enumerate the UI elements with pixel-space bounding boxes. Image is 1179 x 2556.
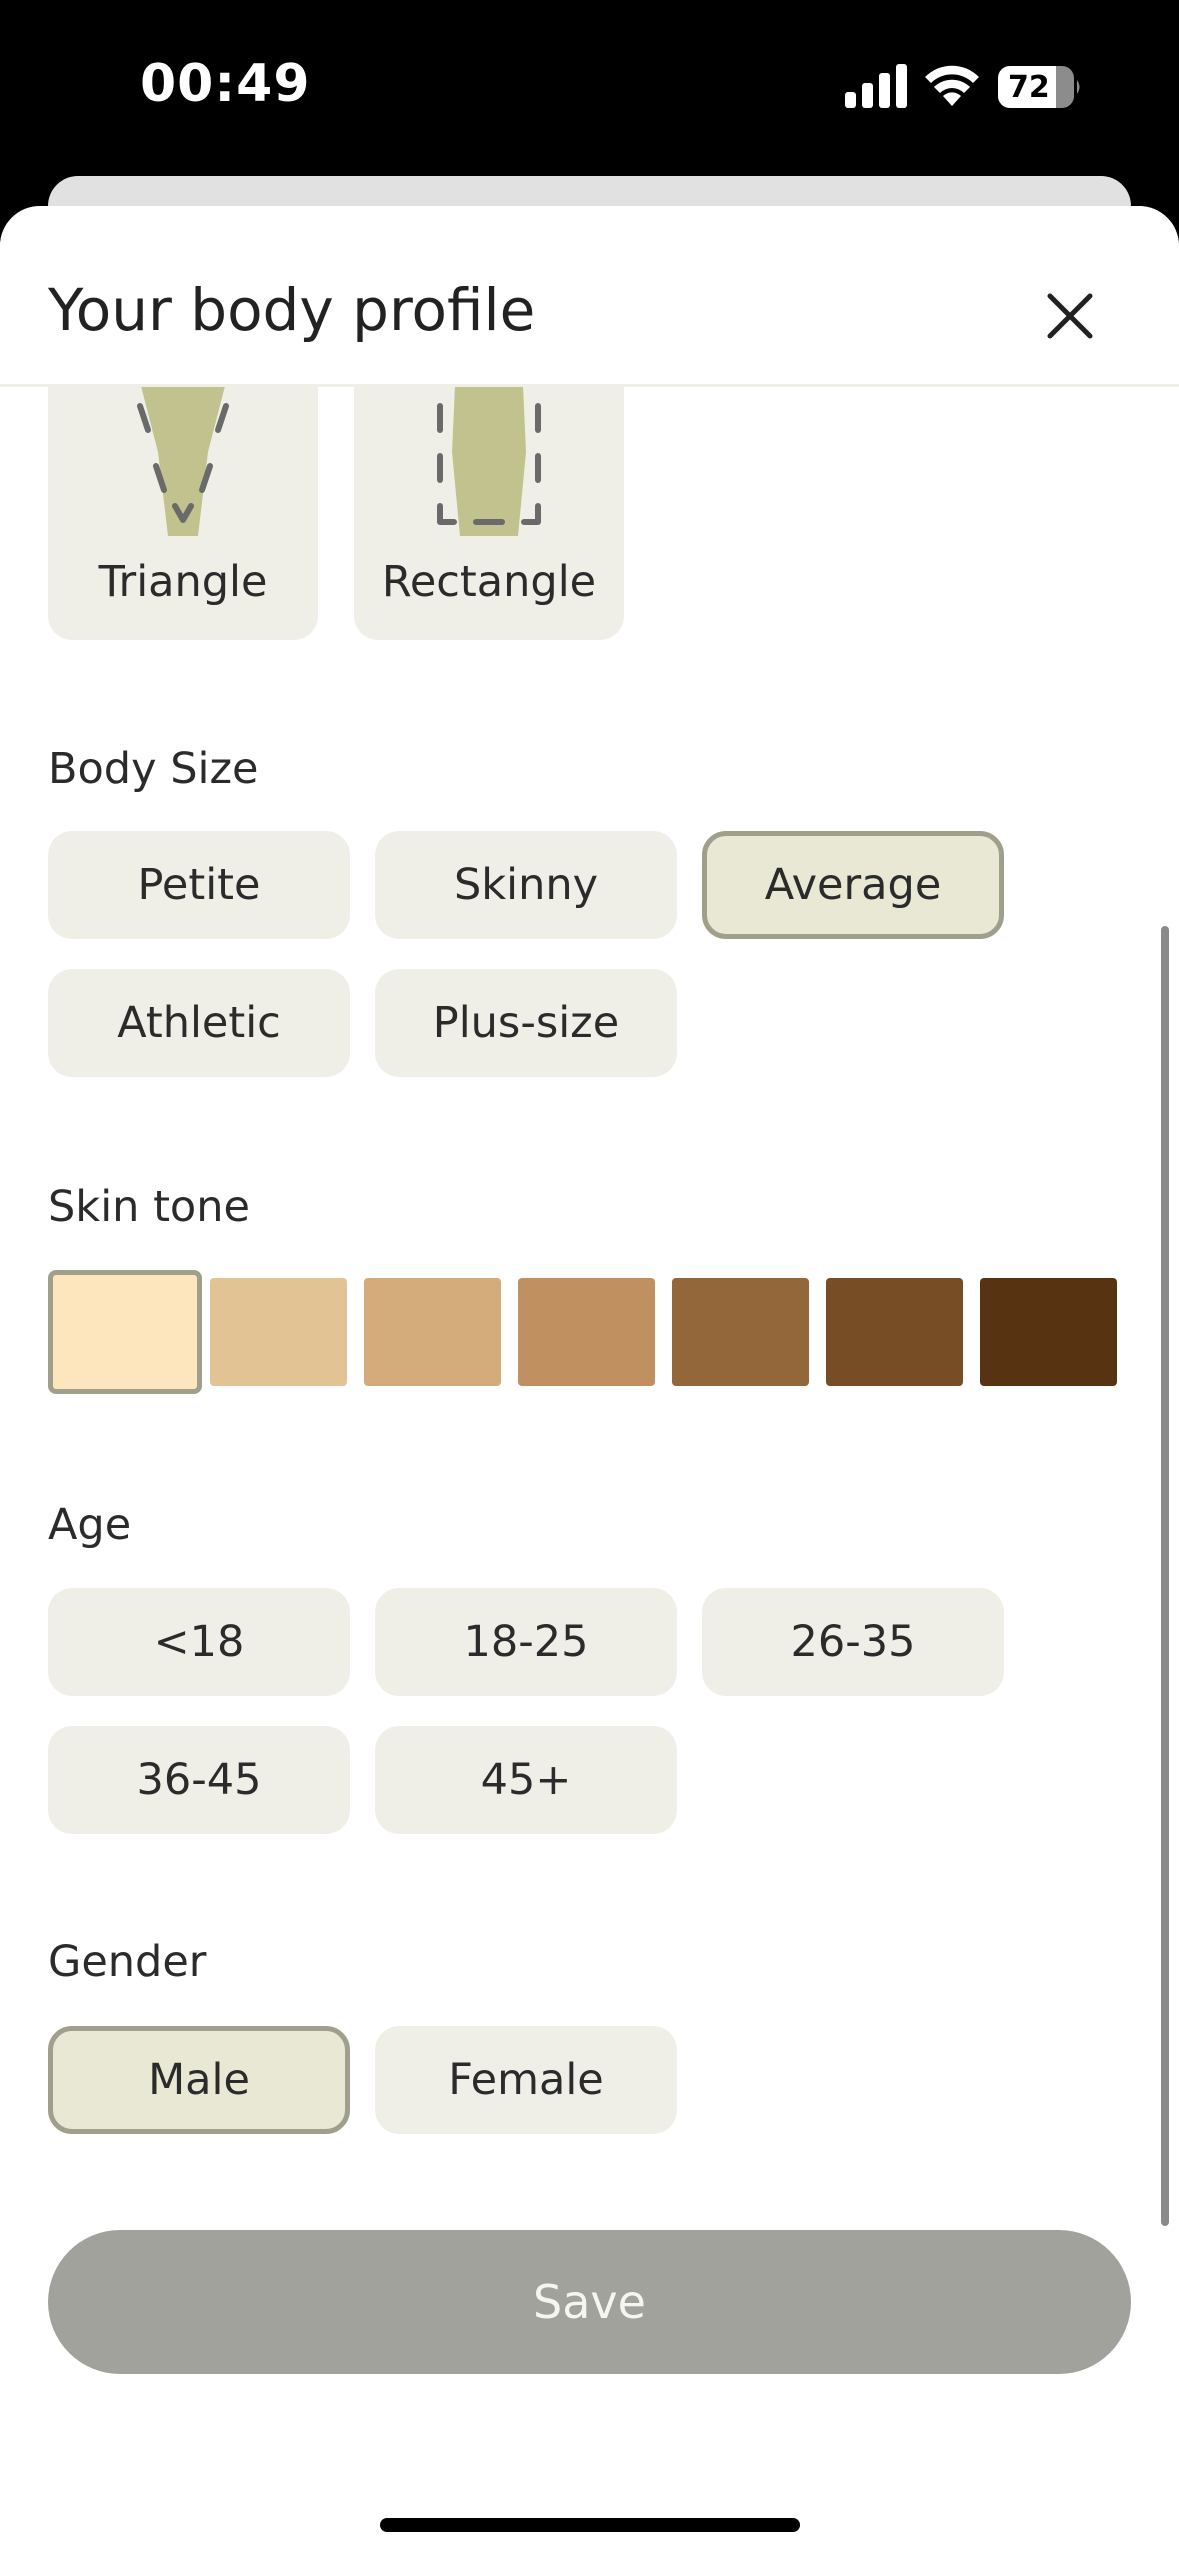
skin-tone-swatch[interactable] <box>672 1278 809 1386</box>
body-shape-card-rectangle[interactable]: Rectangle <box>354 356 624 640</box>
age-option-45-plus[interactable]: 45+ <box>375 1726 677 1834</box>
age-label: Age <box>48 1500 132 1550</box>
sheet-title: Your body profile <box>48 276 536 344</box>
body-profile-sheet: Your body profile Triangle Rectangle Bod… <box>0 206 1179 2556</box>
skin-tone-swatch[interactable] <box>826 1278 963 1386</box>
sheet-header: Your body profile <box>0 206 1179 387</box>
body-size-label: Body Size <box>48 744 259 794</box>
age-option-36-45[interactable]: 36-45 <box>48 1726 350 1834</box>
gender-option-male[interactable]: Male <box>48 2026 350 2134</box>
battery-level: 72 <box>1008 70 1050 105</box>
wifi-icon <box>925 65 979 106</box>
close-icon[interactable] <box>1040 286 1100 346</box>
home-indicator <box>380 2518 800 2532</box>
scrollbar[interactable] <box>1161 926 1169 2226</box>
body-shape-card-triangle[interactable]: Triangle <box>48 356 318 640</box>
gender-label: Gender <box>48 1937 207 1987</box>
body-size-option-petite[interactable]: Petite <box>48 831 350 939</box>
body-size-option-average[interactable]: Average <box>702 831 1004 939</box>
battery-icon: 72 <box>998 66 1082 108</box>
skin-tone-label: Skin tone <box>48 1182 250 1232</box>
skin-tone-swatch[interactable] <box>518 1278 655 1386</box>
age-option-26-35[interactable]: 26-35 <box>702 1588 1004 1696</box>
cellular-signal-icon <box>845 64 907 108</box>
body-size-option-skinny[interactable]: Skinny <box>375 831 677 939</box>
skin-tone-swatch[interactable] <box>48 1270 202 1394</box>
status-time: 00:49 <box>140 54 311 114</box>
status-bar: 00:49 72 <box>0 0 1179 176</box>
skin-tone-swatch[interactable] <box>364 1278 501 1386</box>
gender-option-female[interactable]: Female <box>375 2026 677 2134</box>
skin-tone-swatch[interactable] <box>210 1278 347 1386</box>
save-button[interactable]: Save <box>48 2230 1131 2374</box>
body-shape-label: Rectangle <box>381 557 597 607</box>
skin-tone-swatch[interactable] <box>980 1278 1117 1386</box>
body-size-option-athletic[interactable]: Athletic <box>48 969 350 1077</box>
body-size-option-plus-size[interactable]: Plus-size <box>375 969 677 1077</box>
age-option-under-18[interactable]: <18 <box>48 1588 350 1696</box>
body-shape-label: Triangle <box>98 557 268 607</box>
age-option-18-25[interactable]: 18-25 <box>375 1588 677 1696</box>
